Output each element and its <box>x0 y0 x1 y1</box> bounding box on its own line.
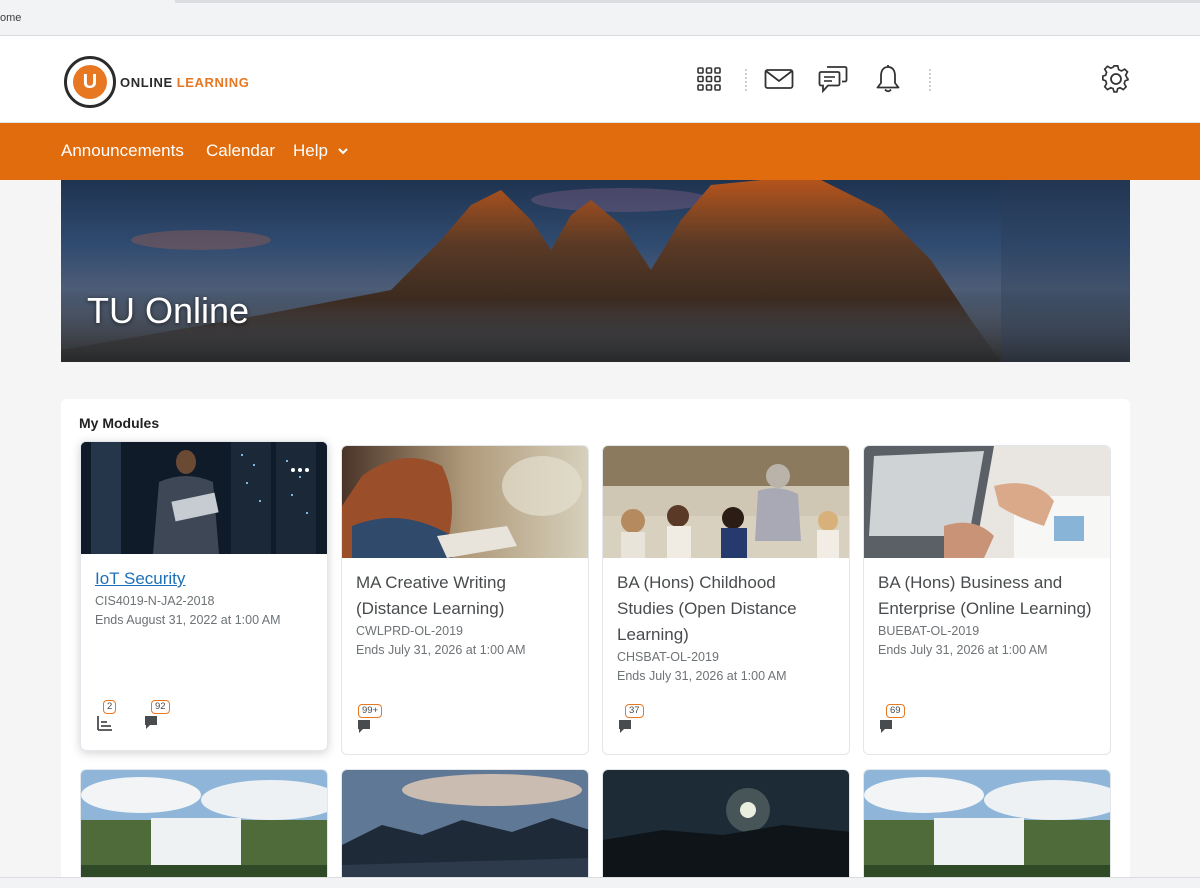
module-card-title[interactable]: BA (Hons) Childhood Studies (Open Distan… <box>617 570 835 648</box>
module-card-code: CIS4019-N-JA2-2018 <box>95 594 215 608</box>
logo-icon: U <box>64 56 116 108</box>
discussion-icon[interactable]: 99+ <box>356 704 383 736</box>
module-card-image <box>864 446 1110 558</box>
module-card-end-date: Ends July 31, 2026 at 1:00 AM <box>617 669 787 683</box>
module-card[interactable] <box>602 769 850 888</box>
logo-word-online: ONLINE <box>120 74 173 90</box>
header-divider <box>929 69 931 91</box>
module-card-image <box>603 446 849 558</box>
discussion-icon[interactable]: 37 <box>617 704 644 736</box>
discussion-count-badge: 69 <box>886 704 905 718</box>
module-card-end-date: Ends July 31, 2026 at 1:00 AM <box>878 643 1048 657</box>
module-card-end-date: Ends August 31, 2022 at 1:00 AM <box>95 613 281 627</box>
chat-icon[interactable] <box>818 64 848 94</box>
page-title: TU Online <box>87 290 250 331</box>
discussion-count-badge: 99+ <box>358 704 383 718</box>
module-card-title[interactable]: MA Creative Writing (Distance Learning) <box>356 570 574 622</box>
module-card-image <box>603 770 849 888</box>
module-card[interactable] <box>863 769 1111 888</box>
module-card-end-date: Ends July 31, 2026 at 1:00 AM <box>356 643 526 657</box>
module-card-code: BUEBAT-OL-2019 <box>878 624 980 638</box>
widget-title: My Modules <box>79 415 160 431</box>
module-card[interactable]: BA (Hons) Business and Enterprise (Onlin… <box>863 445 1111 755</box>
module-card-image <box>342 770 588 888</box>
logo-word-learning: LEARNING <box>176 74 250 90</box>
module-card-image <box>81 442 327 554</box>
module-card[interactable]: MA Creative Writing (Distance Learning) … <box>341 445 589 755</box>
nav-help-label: Help <box>293 141 328 160</box>
discussion-icon[interactable]: 69 <box>878 704 905 736</box>
nav-help[interactable]: Help <box>293 141 349 161</box>
browser-tab-line <box>175 0 1200 3</box>
module-card-image <box>864 770 1110 888</box>
chevron-down-icon <box>337 148 348 155</box>
logo-letter: U <box>82 70 98 93</box>
mountain-image <box>61 180 1130 362</box>
discussion-count-badge: 92 <box>151 700 170 714</box>
module-card-title[interactable]: BA (Hons) Business and Enterprise (Onlin… <box>878 570 1096 622</box>
module-card[interactable]: IoT Security CIS4019-N-JA2-2018 Ends Aug… <box>80 441 328 751</box>
top-header: U ONLINE LEARNING <box>0 36 1200 123</box>
module-card[interactable]: BA (Hons) Childhood Studies (Open Distan… <box>602 445 850 755</box>
apps-grid-icon[interactable] <box>694 64 724 94</box>
module-card-code: CWLPRD-OL-2019 <box>356 624 463 638</box>
address-bar-text[interactable]: ome <box>0 12 21 24</box>
my-modules-widget: My Modules IoT Security CIS4019-N-JA2-20… <box>61 399 1130 888</box>
gear-icon[interactable] <box>1101 64 1131 94</box>
hero-banner: TU Online <box>61 180 1130 362</box>
assignment-count-badge: 2 <box>103 700 117 714</box>
module-card[interactable] <box>80 769 328 888</box>
module-card[interactable] <box>341 769 589 888</box>
mail-icon[interactable] <box>764 64 794 94</box>
module-card-title[interactable]: IoT Security <box>95 566 313 592</box>
bell-icon[interactable] <box>873 64 903 94</box>
home-logo-link[interactable]: U ONLINE LEARNING <box>64 56 249 108</box>
module-card-image <box>81 770 327 888</box>
module-card-code: CHSBAT-OL-2019 <box>617 650 719 664</box>
browser-strip: ome <box>0 0 1200 36</box>
discussion-count-badge: 37 <box>625 704 644 718</box>
assignment-icon[interactable]: 2 <box>95 700 121 732</box>
nav-calendar[interactable]: Calendar <box>206 141 275 161</box>
main-navigation: Announcements Calendar Help <box>0 123 1200 180</box>
header-divider <box>745 69 747 91</box>
module-card-image <box>342 446 588 558</box>
discussion-icon[interactable]: 92 <box>143 700 170 732</box>
browser-status-bar <box>0 877 1200 888</box>
nav-announcements[interactable]: Announcements <box>61 141 184 161</box>
more-options-icon[interactable] <box>291 468 309 472</box>
